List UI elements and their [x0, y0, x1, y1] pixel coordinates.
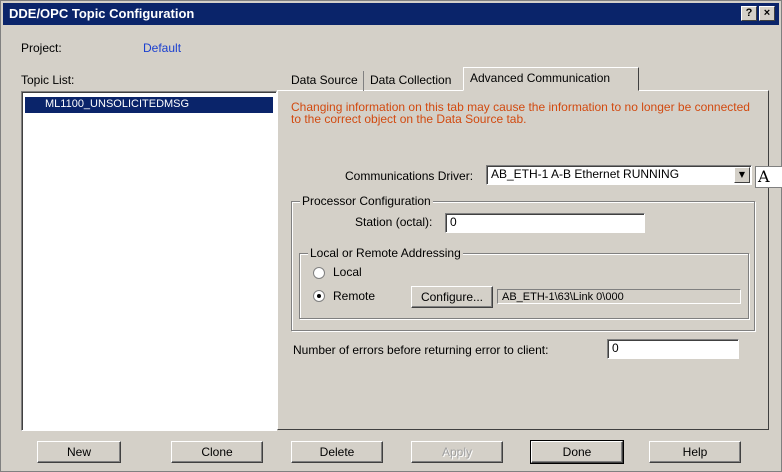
chevron-down-icon[interactable]: ▼ [734, 167, 750, 183]
addressing-group: Local or Remote Addressing [299, 246, 749, 319]
processor-config-title: Processor Configuration [300, 194, 433, 208]
project-value: Default [143, 41, 182, 55]
title-bar[interactable]: DDE/OPC Topic Configuration ? × [3, 3, 779, 25]
route-field: AB_ETH-1\63\Link 0\000 [497, 289, 741, 304]
dialog-window: DDE/OPC Topic Configuration ? × Project:… [0, 0, 782, 472]
station-label: Station (octal): [355, 215, 433, 229]
errors-value: 0 [612, 341, 619, 355]
ime-indicator-icon: A [755, 166, 782, 188]
driver-label: Communications Driver: [345, 169, 474, 183]
tab-data-source[interactable]: Data Source [285, 71, 364, 91]
tab-data-collection[interactable]: Data Collection [363, 71, 457, 91]
apply-button[interactable]: Apply [411, 441, 503, 463]
topic-list-label: Topic List: [21, 73, 75, 87]
ime-glyph: A [758, 167, 770, 186]
local-radio[interactable] [313, 267, 325, 279]
project-label: Project: [21, 41, 62, 55]
topic-list-item[interactable]: ML1100_UNSOLICITEDMSG [25, 97, 273, 113]
delete-button[interactable]: Delete [291, 441, 383, 463]
local-label[interactable]: Local [333, 265, 362, 279]
remote-radio[interactable] [313, 290, 325, 302]
help-title-button[interactable]: ? [741, 6, 757, 21]
tab-advanced-communication[interactable]: Advanced Communication [463, 67, 639, 91]
warning-text: Changing information on this tab may cau… [291, 100, 750, 126]
errors-input[interactable]: 0 [607, 339, 739, 359]
errors-label: Number of errors before returning error … [293, 343, 549, 357]
window-title: DDE/OPC Topic Configuration [9, 6, 195, 21]
driver-combobox[interactable]: AB_ETH-1 A-B Ethernet RUNNING ▼ [486, 165, 752, 185]
clone-button[interactable]: Clone [171, 441, 263, 463]
new-button[interactable]: New [37, 441, 121, 463]
configure-button[interactable]: Configure... [411, 286, 493, 308]
driver-value: AB_ETH-1 A-B Ethernet RUNNING [491, 167, 680, 181]
help-button[interactable]: Help [649, 441, 741, 463]
remote-label[interactable]: Remote [333, 289, 375, 303]
station-input[interactable]: 0 [445, 213, 645, 233]
station-value: 0 [450, 215, 457, 229]
addressing-title: Local or Remote Addressing [308, 246, 463, 260]
done-button[interactable]: Done [530, 440, 624, 464]
topic-listbox[interactable] [21, 91, 277, 431]
close-button[interactable]: × [759, 6, 775, 21]
